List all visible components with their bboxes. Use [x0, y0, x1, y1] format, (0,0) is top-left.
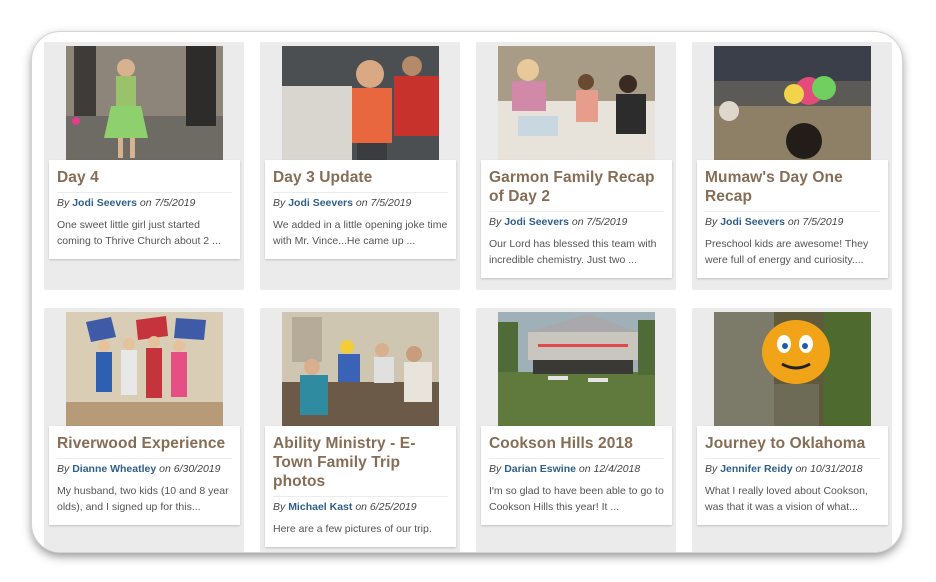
post-excerpt: Preschool kids are awesome! They were fu…	[705, 238, 869, 266]
author-link[interactable]: Jennifer Reidy	[720, 463, 792, 475]
post-tile[interactable]: Ability Ministry - E-Town Family Trip ph…	[260, 308, 460, 552]
post-title[interactable]: Day 4	[57, 168, 232, 187]
on-label: on	[159, 463, 171, 475]
divider	[57, 192, 232, 193]
author-link[interactable]: Dianne Wheatley	[72, 463, 156, 475]
on-label: on	[795, 463, 808, 475]
post-title[interactable]: Garmon Family Recap of Day 2	[489, 168, 664, 206]
post-card: Garmon Family Recap of Day 2 By Jodi See…	[481, 160, 672, 278]
on-label: on	[355, 197, 368, 209]
post-photo[interactable]	[498, 312, 655, 427]
post-card: Journey to Oklahoma By Jennifer Reidy on…	[697, 426, 888, 525]
post-photo[interactable]	[66, 46, 223, 161]
by-label: By	[705, 463, 718, 475]
by-label: By	[57, 197, 70, 209]
post-photo[interactable]	[714, 46, 871, 161]
post-excerpt: What I really loved about Cookson, was t…	[705, 485, 868, 513]
post-date: 10/31/2018	[810, 463, 863, 475]
post-tile[interactable]: Mumaw's Day One Recap By Jodi Seevers on…	[692, 42, 892, 290]
by-label: By	[489, 216, 502, 228]
post-tile[interactable]: Journey to Oklahoma By Jennifer Reidy on…	[692, 308, 892, 552]
divider	[705, 458, 880, 459]
by-label: By	[57, 463, 70, 475]
post-date: 7/5/2019	[370, 197, 412, 209]
post-photo[interactable]	[714, 312, 871, 427]
divider	[57, 458, 232, 459]
post-excerpt: Our Lord has blessed this team with incr…	[489, 238, 657, 266]
by-label: By	[273, 197, 286, 209]
post-title[interactable]: Cookson Hills 2018	[489, 434, 664, 453]
divider	[705, 211, 880, 212]
on-label: on	[571, 216, 584, 228]
post-excerpt: We added in a little opening joke time w…	[273, 219, 448, 247]
post-title[interactable]: Journey to Oklahoma	[705, 434, 880, 453]
post-title[interactable]: Mumaw's Day One Recap	[705, 168, 880, 206]
post-photo[interactable]	[66, 312, 223, 427]
post-meta: By Jennifer Reidy on 10/31/2018	[705, 463, 880, 475]
post-card: Mumaw's Day One Recap By Jodi Seevers on…	[697, 160, 888, 278]
divider	[273, 192, 448, 193]
post-tile[interactable]: Day 4 By Jodi Seevers on 7/5/2019 One sw…	[44, 42, 244, 290]
post-excerpt: One sweet little girl just started comin…	[57, 219, 221, 247]
on-label: on	[787, 216, 800, 228]
post-meta: By Dianne Wheatley on 6/30/2019	[57, 463, 232, 475]
post-photo[interactable]	[282, 46, 439, 161]
post-excerpt: My husband, two kids (10 and 8 year olds…	[57, 485, 229, 513]
on-label: on	[139, 197, 152, 209]
post-tile[interactable]: Garmon Family Recap of Day 2 By Jodi See…	[476, 42, 676, 290]
post-meta: By Jodi Seevers on 7/5/2019	[489, 216, 664, 228]
post-title[interactable]: Riverwood Experience	[57, 434, 232, 453]
author-link[interactable]: Michael Kast	[288, 501, 352, 513]
author-link[interactable]: Jodi Seevers	[72, 197, 137, 209]
post-date: 12/4/2018	[593, 463, 641, 475]
divider	[489, 458, 664, 459]
post-title[interactable]: Day 3 Update	[273, 168, 448, 187]
post-meta: By Darian Eswine on 12/4/2018	[489, 463, 664, 475]
post-date: 6/25/2019	[369, 501, 417, 513]
post-date: 7/5/2019	[586, 216, 628, 228]
on-label: on	[578, 463, 591, 475]
post-excerpt: I'm so glad to have been able to go to C…	[489, 485, 664, 513]
by-label: By	[705, 216, 718, 228]
by-label: By	[489, 463, 502, 475]
post-tile[interactable]: Day 3 Update By Jodi Seevers on 7/5/2019…	[260, 42, 460, 290]
divider	[273, 496, 448, 497]
post-photo[interactable]	[498, 46, 655, 161]
post-card: Riverwood Experience By Dianne Wheatley …	[49, 426, 240, 525]
post-meta: By Jodi Seevers on 7/5/2019	[57, 197, 232, 209]
by-label: By	[273, 501, 286, 513]
author-link[interactable]: Jodi Seevers	[288, 197, 353, 209]
blog-grid-panel: Day 4 By Jodi Seevers on 7/5/2019 One sw…	[32, 32, 902, 552]
post-card: Cookson Hills 2018 By Darian Eswine on 1…	[481, 426, 672, 525]
author-link[interactable]: Darian Eswine	[504, 463, 576, 475]
post-meta: By Michael Kast on 6/25/2019	[273, 501, 448, 513]
post-date: 7/5/2019	[802, 216, 844, 228]
post-excerpt: Here are a few pictures of our trip.	[273, 523, 432, 535]
post-photo[interactable]	[282, 312, 439, 427]
author-link[interactable]: Jodi Seevers	[720, 216, 785, 228]
post-card: Ability Ministry - E-Town Family Trip ph…	[265, 426, 456, 547]
post-card: Day 4 By Jodi Seevers on 7/5/2019 One sw…	[49, 160, 240, 259]
post-card: Day 3 Update By Jodi Seevers on 7/5/2019…	[265, 160, 456, 259]
post-tile[interactable]: Cookson Hills 2018 By Darian Eswine on 1…	[476, 308, 676, 552]
divider	[489, 211, 664, 212]
post-date: 7/5/2019	[154, 197, 196, 209]
post-tile[interactable]: Riverwood Experience By Dianne Wheatley …	[44, 308, 244, 552]
on-label: on	[355, 501, 367, 513]
post-date: 6/30/2019	[173, 463, 221, 475]
post-meta: By Jodi Seevers on 7/5/2019	[705, 216, 880, 228]
post-title[interactable]: Ability Ministry - E-Town Family Trip ph…	[273, 434, 448, 491]
post-meta: By Jodi Seevers on 7/5/2019	[273, 197, 448, 209]
author-link[interactable]: Jodi Seevers	[504, 216, 569, 228]
